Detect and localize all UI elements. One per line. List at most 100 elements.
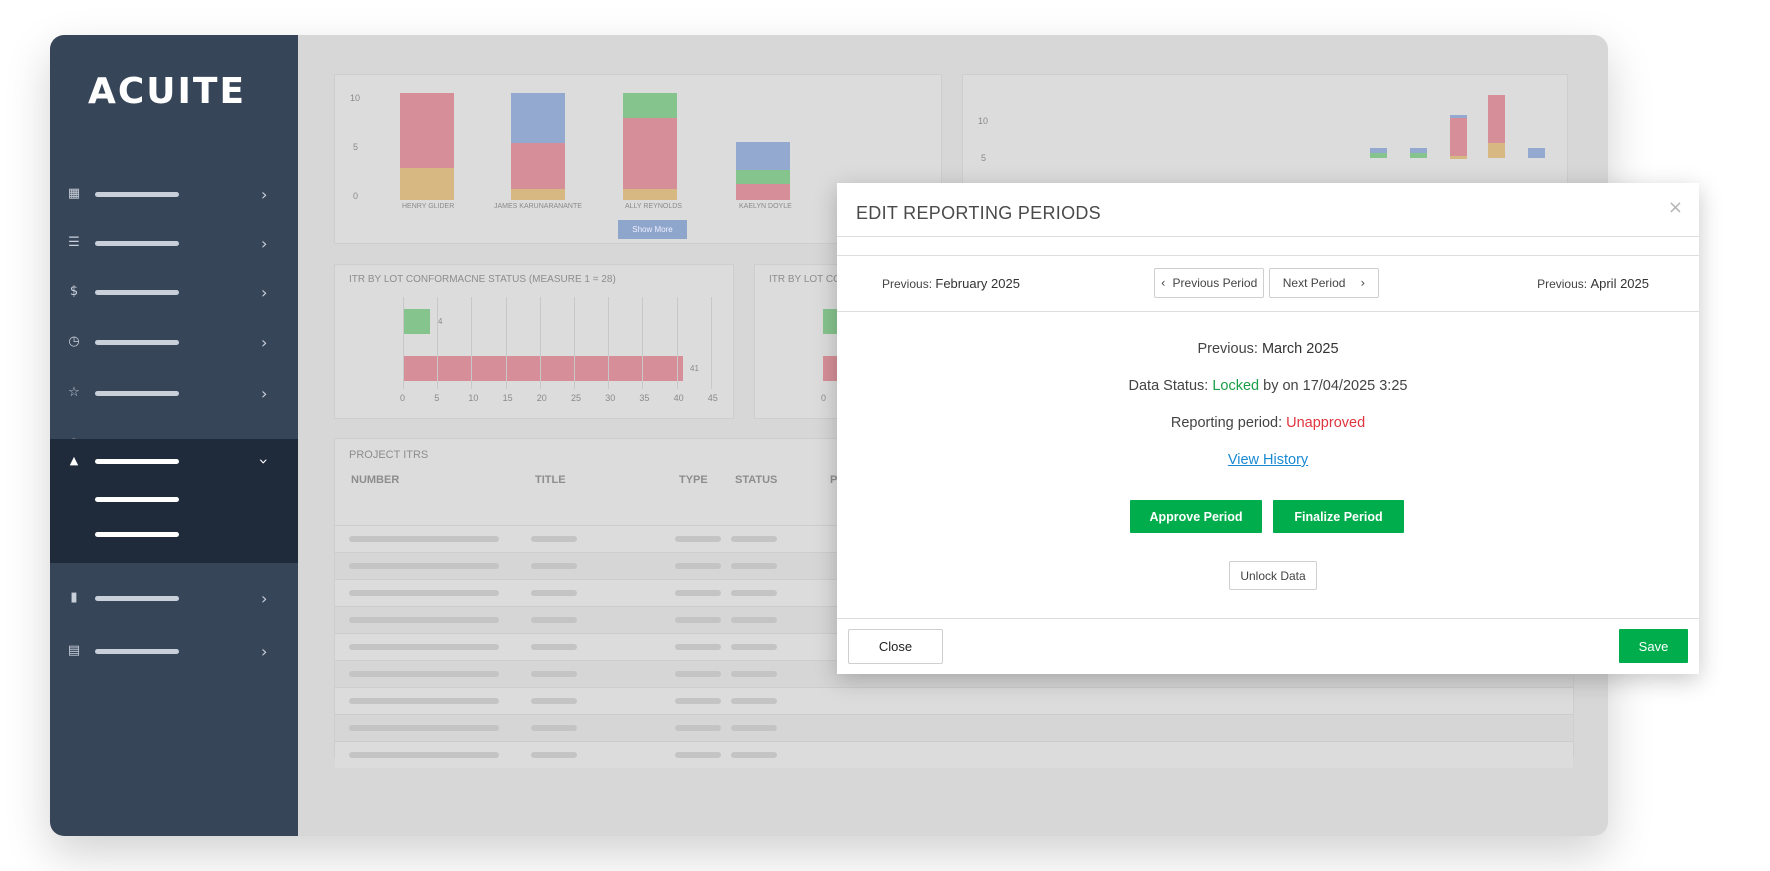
star-icon: ☆ xyxy=(68,385,80,400)
cell-placeholder xyxy=(349,725,499,731)
next-period-button-label: Next Period xyxy=(1282,276,1346,290)
chevron-right-icon: › xyxy=(261,383,268,403)
finalize-period-button[interactable]: Finalize Period xyxy=(1273,500,1404,533)
bar-segment xyxy=(400,93,454,168)
x-tick: 45 xyxy=(707,393,718,403)
x-tick: 15 xyxy=(502,393,513,403)
cell-placeholder xyxy=(349,671,499,677)
bar-segment xyxy=(1488,95,1505,143)
column-header: TYPE xyxy=(679,474,708,486)
view-history-row: View History xyxy=(837,452,1699,468)
bar-segment xyxy=(623,189,677,200)
approve-period-button[interactable]: Approve Period xyxy=(1130,500,1262,533)
next-period-value: April 2025 xyxy=(1590,276,1649,291)
chevron-down-icon: › xyxy=(254,457,274,465)
y-tick: 0 xyxy=(353,191,359,201)
acuite-logo[interactable]: ACUITE xyxy=(88,70,258,112)
cell-placeholder xyxy=(531,536,577,542)
cell-placeholder xyxy=(531,590,577,596)
sidebar-item-time[interactable]: ◷ › xyxy=(50,320,298,364)
y-tick: 10 xyxy=(350,93,361,103)
dashboard-icon: ▦ xyxy=(67,186,81,201)
cell-placeholder xyxy=(349,563,499,569)
table-title: PROJECT ITRS xyxy=(349,449,429,461)
cell-placeholder xyxy=(531,752,577,758)
bar-segment xyxy=(1528,148,1545,158)
current-period: Previous: March 2025 xyxy=(837,341,1699,357)
x-tick: ALLY REYNOLDS xyxy=(625,203,682,210)
sidebar-item-files[interactable]: ▮ › xyxy=(50,576,298,620)
bar-segment xyxy=(511,93,565,143)
cell-placeholder xyxy=(349,698,499,704)
close-icon[interactable]: × xyxy=(1668,197,1683,218)
gridline xyxy=(505,297,507,389)
close-button[interactable]: Close xyxy=(848,629,943,664)
next-period-prefix: Previous: xyxy=(1537,277,1588,291)
sidebar-item-documents[interactable]: ▤ › xyxy=(50,629,298,673)
sidebar-item-label xyxy=(95,458,179,464)
cell-placeholder xyxy=(349,644,499,650)
cell-placeholder xyxy=(731,725,777,731)
x-tick: 5 xyxy=(434,393,440,403)
sidebar-item-dashboard[interactable]: ▦ › xyxy=(50,172,298,216)
table-row[interactable] xyxy=(335,741,1573,768)
bar-segment xyxy=(736,142,790,170)
chevron-right-icon: › xyxy=(1360,276,1366,290)
sidebar-item-list[interactable]: ☰ › xyxy=(50,221,298,265)
cell-placeholder xyxy=(731,644,777,650)
logo-text: ACUITE xyxy=(88,70,247,112)
cell-placeholder xyxy=(675,617,721,623)
gridline xyxy=(574,297,575,389)
table-row[interactable] xyxy=(335,687,1573,714)
cell-placeholder xyxy=(349,752,499,758)
reporting-period-label: Reporting period: xyxy=(1170,415,1283,431)
previous-period-prefix: Previous: xyxy=(882,277,933,291)
submenu-item[interactable] xyxy=(95,532,179,537)
cell-placeholder xyxy=(349,590,499,596)
gridline xyxy=(471,297,473,389)
reporting-period-status: Reporting period: Unapproved xyxy=(837,415,1699,431)
sidebar-item-issues[interactable]: ▲ › xyxy=(50,439,298,483)
x-tick: 20 xyxy=(536,393,547,403)
bar-segment xyxy=(736,170,790,184)
sidebar-item-label xyxy=(95,595,179,601)
bar-segment xyxy=(1488,143,1505,158)
x-tick: 10 xyxy=(468,393,479,403)
data-status-label: Data Status: xyxy=(1128,378,1209,394)
x-tick: 25 xyxy=(571,393,582,403)
sidebar-item-label xyxy=(95,339,179,345)
submenu-item[interactable] xyxy=(95,497,179,502)
next-period-button[interactable]: Next Period › xyxy=(1269,268,1379,298)
document-icon: ▤ xyxy=(67,643,81,658)
data-status: Data Status: Locked by on 17/04/2025 3:2… xyxy=(837,378,1699,394)
sidebar-item-favorites[interactable]: ☆ › xyxy=(50,371,298,415)
gridline xyxy=(642,297,644,389)
save-button[interactable]: Save xyxy=(1619,629,1688,663)
view-history-link[interactable]: View History xyxy=(1228,452,1308,468)
chevron-left-icon: ‹ xyxy=(1160,276,1166,290)
reporting-period-value: Unapproved xyxy=(1286,415,1366,431)
previous-period-button[interactable]: ‹ Previous Period xyxy=(1154,268,1264,298)
sidebar-item-label xyxy=(95,289,179,295)
gridline xyxy=(403,297,404,389)
gridline xyxy=(676,297,678,389)
x-tick: 0 xyxy=(400,393,406,403)
bar-segment xyxy=(623,118,677,189)
y-tick: 5 xyxy=(353,142,359,152)
cell-placeholder xyxy=(349,536,499,542)
x-tick: 0 xyxy=(821,393,827,403)
sidebar-item-label xyxy=(95,240,179,246)
bar-segment xyxy=(511,189,565,200)
cell-placeholder xyxy=(731,617,777,623)
table-row[interactable] xyxy=(335,714,1573,741)
bar-segment xyxy=(1450,156,1467,159)
previous-period-value: February 2025 xyxy=(935,276,1020,291)
unlock-data-button[interactable]: Unlock Data xyxy=(1229,561,1317,590)
cell-placeholder xyxy=(675,725,721,731)
show-more-button[interactable]: Show More xyxy=(618,220,687,239)
sidebar-item-finance[interactable]: $ › xyxy=(50,270,298,314)
gridline xyxy=(437,297,439,389)
cell-placeholder xyxy=(675,671,721,677)
cell-placeholder xyxy=(731,590,777,596)
cell-placeholder xyxy=(531,617,577,623)
